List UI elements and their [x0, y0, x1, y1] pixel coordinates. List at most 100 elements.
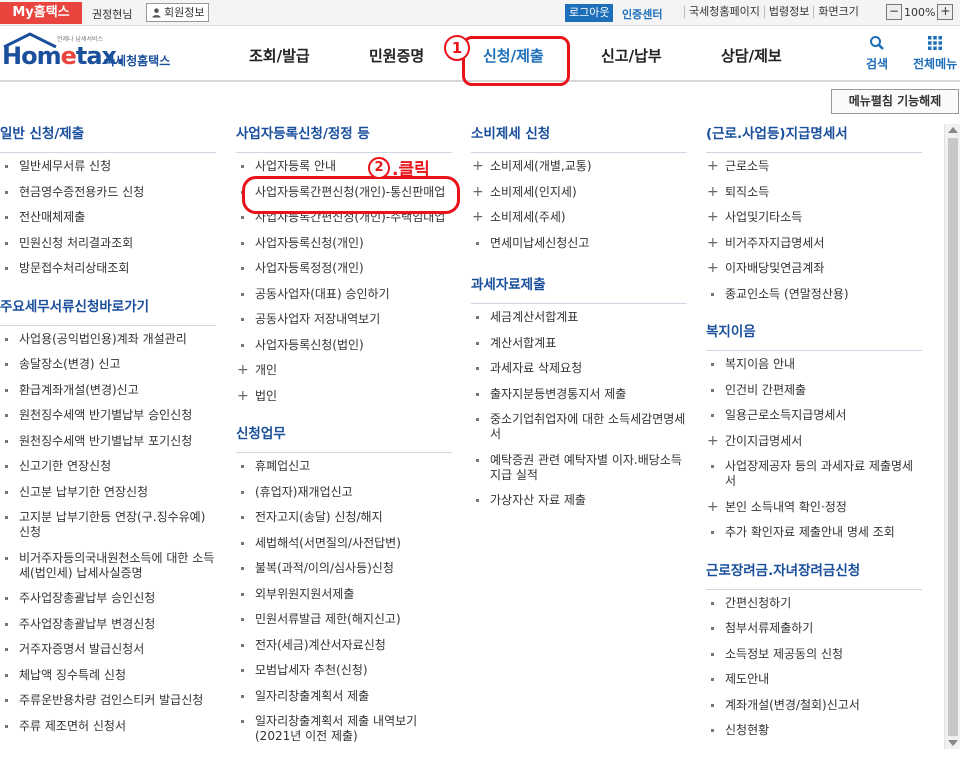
list-item[interactable]: 사업자등록신청(법인) [236, 338, 452, 353]
scroll-down-arrow-icon[interactable] [948, 740, 958, 746]
list-item[interactable]: 사업자등록정정(개인) [236, 261, 452, 276]
list-item[interactable]: 고지분 납부기한등 연장(구.징수유예) 신청 [0, 510, 216, 540]
expandable-item[interactable]: 법인 [236, 389, 452, 404]
list-item[interactable]: 가상자산 자료 제출 [471, 493, 687, 508]
list-item[interactable]: 신청현황 [706, 723, 922, 738]
list-item[interactable]: 인건비 간편제출 [706, 383, 922, 398]
scroll-up-arrow-icon[interactable] [948, 127, 958, 133]
list-item[interactable]: 주사업장총괄납부 변경신청 [0, 617, 216, 632]
list-item[interactable]: 민원서류발급 제한(해지신고) [236, 612, 452, 627]
annotation-step-2-number: 2 [368, 156, 390, 179]
utility-bar: My홈택스 권정현님 회원정보 로그아웃 인증센터 국세청홈페이지 법령정보 화… [0, 0, 960, 26]
search-button[interactable]: 검색 [866, 35, 888, 72]
list-item[interactable]: 계좌개설(변경/철회)신고서 [706, 698, 922, 713]
hometax-logo[interactable]: 언제나 납세서비스 Hometax. 국세청홈택스 [2, 32, 192, 74]
list-item[interactable]: 공동사업자 저장내역보기 [236, 312, 452, 327]
scroll-thumb[interactable] [948, 138, 958, 736]
list-item[interactable]: 사업장제공자 등의 과세자료 제출명세서 [706, 459, 922, 489]
expandable-item[interactable]: 소비제세(개별,교통) [471, 159, 687, 174]
menu-collapse-button[interactable]: 메뉴펼침 기능해제 [831, 89, 959, 114]
zoom-level: 100% [904, 5, 936, 19]
list-item[interactable]: 종교인소득 (연말정산용) [706, 287, 922, 302]
vertical-scrollbar[interactable] [944, 124, 960, 749]
list-item[interactable]: 모범납세자 추천(신청) [236, 663, 452, 678]
zoom-out-button[interactable]: − [886, 4, 902, 20]
section-title: 일반 신청/제출 [0, 124, 216, 153]
cert-center-link[interactable]: 인증센터 [622, 6, 662, 22]
list-item[interactable]: 면세미납세신청신고 [471, 236, 687, 251]
list-item[interactable]: 원천징수세액 반기별납부 승인신청 [0, 408, 216, 423]
util-links: 국세청홈페이지 법령정보 화면크기 [684, 6, 863, 18]
list-item[interactable]: 환급계좌개설(변경)신고 [0, 383, 216, 398]
expandable-item[interactable]: 소비제세(인지세) [471, 185, 687, 200]
list-item[interactable]: 휴폐업신고 [236, 459, 452, 474]
list-item[interactable]: 신고기한 연장신청 [0, 459, 216, 474]
nav-report-pay[interactable]: 신고/납부 [601, 45, 662, 66]
list-item[interactable]: 추가 확인자료 제출안내 명세 조회 [706, 525, 922, 540]
section-title: (근로.사업등)지급명세서 [706, 124, 922, 153]
list-item[interactable]: 일반세무서류 신청 [0, 159, 216, 174]
list-item[interactable]: 불복(과적/이의/심사등)신청 [236, 561, 452, 576]
section-title: 사업자등록신청/정정 등 [236, 124, 452, 153]
list-item[interactable]: 첨부서류제출하기 [706, 621, 922, 636]
list-item[interactable]: 출자지분등변경통지서 제출 [471, 387, 687, 402]
expandable-item[interactable]: 개인 [236, 363, 452, 378]
list-item[interactable]: 체납액 징수특례 신청 [0, 668, 216, 683]
list-item[interactable]: 주류운반용차량 검인스티커 발급신청 [0, 693, 216, 708]
list-item[interactable]: 제도안내 [706, 672, 922, 687]
list-item[interactable]: 일자리창출계획서 제출 [236, 689, 452, 704]
expandable-item[interactable]: 간이지급명세서 [706, 434, 922, 449]
list-item[interactable]: 세법해석(서면질의/사전답변) [236, 536, 452, 551]
list-item[interactable]: 소득정보 제공동의 신청 [706, 647, 922, 662]
list-item[interactable]: 세금계산서합계표 [471, 310, 687, 325]
annotation-step-1: 1 [444, 35, 470, 61]
list-item[interactable]: 간편신청하기 [706, 596, 922, 611]
list-item[interactable]: 복지이음 안내 [706, 357, 922, 372]
list-item[interactable]: 전자고지(송달) 신청/해지 [236, 510, 452, 525]
list-item[interactable]: 외부위원지원서제출 [236, 587, 452, 602]
list-item[interactable]: 예탁증권 관련 예탁자별 이자.배당소득 지급 실적 [471, 453, 687, 483]
list-item[interactable]: 일용근로소득지급명세서 [706, 408, 922, 423]
list-item[interactable]: 전자(세금)계산서자료신청 [236, 638, 452, 653]
list-item[interactable]: 전산매체제출 [0, 210, 216, 225]
expandable-item[interactable]: 이자배당및연금계좌 [706, 261, 922, 276]
logout-button[interactable]: 로그아웃 [565, 4, 614, 22]
annotation-highlight-item [242, 176, 460, 214]
list-item[interactable]: 원천징수세액 반기별납부 포기신청 [0, 434, 216, 449]
zoom-in-button[interactable]: + [937, 4, 954, 20]
list-item[interactable]: 현금영수증전용카드 신청 [0, 185, 216, 200]
list-item[interactable]: 사업자등록신청(개인) [236, 236, 452, 251]
nts-homepage-link[interactable]: 국세청홈페이지 [684, 6, 764, 18]
list-item[interactable]: 과세자료 삭제요청 [471, 361, 687, 376]
list-item[interactable]: 민원신청 처리결과조회 [0, 236, 216, 251]
list-item[interactable]: 주사업장총괄납부 승인신청 [0, 591, 216, 606]
list-item[interactable]: 거주자증명서 발급신청서 [0, 642, 216, 657]
expandable-item[interactable]: 근로소득 [706, 159, 922, 174]
list-item[interactable]: 신고분 납부기한 연장신청 [0, 485, 216, 500]
nav-consult-report[interactable]: 상담/제보 [721, 45, 782, 66]
list-item[interactable]: 공동사업자(대표) 승인하기 [236, 287, 452, 302]
expandable-item[interactable]: 사업및기타소득 [706, 210, 922, 225]
member-info-button[interactable]: 회원정보 [146, 3, 210, 22]
list-item[interactable]: 일자리창출계획서 제출 내역보기(2021년 이전 제출) [236, 714, 452, 744]
law-info-link[interactable]: 법령정보 [763, 6, 813, 18]
list-item[interactable]: 주류 제조면허 신청서 [0, 719, 216, 734]
nav-civil-certificate[interactable]: 민원증명 [369, 45, 424, 66]
menu-list: 휴폐업신고 (휴업자)재개업신고 전자고지(송달) 신청/해지 세법해석(서면질… [236, 453, 452, 759]
all-menu-button[interactable]: 전체메뉴 [913, 35, 957, 72]
expandable-item[interactable]: 본인 소득내역 확인·정정 [706, 500, 922, 515]
expandable-item[interactable]: 소비제세(주세) [471, 210, 687, 225]
list-item[interactable]: 송달장소(변경) 신고 [0, 357, 216, 372]
user-icon [152, 8, 161, 18]
menu-list: 근로소득 퇴직소득 사업및기타소득 비거주자지급명세서 이자배당및연금계좌 종교… [706, 153, 922, 322]
list-item[interactable]: (휴업자)재개업신고 [236, 485, 452, 500]
list-item[interactable]: 사업용(공익법인용)계좌 개설관리 [0, 332, 216, 347]
expandable-item[interactable]: 비거주자지급명세서 [706, 236, 922, 251]
list-item[interactable]: 방문접수처리상태조회 [0, 261, 216, 276]
nav-inquiry-issue[interactable]: 조회/발급 [249, 45, 310, 66]
expandable-item[interactable]: 퇴직소득 [706, 185, 922, 200]
my-hometax-button[interactable]: My홈택스 [0, 2, 82, 24]
list-item[interactable]: 비거주자등의국내원천소득에 대한 소득세(법인세) 납세사실증명 [0, 551, 216, 581]
list-item[interactable]: 계산서합계표 [471, 336, 687, 351]
list-item[interactable]: 중소기업취업자에 대한 소득세감면명세서 [471, 412, 687, 442]
